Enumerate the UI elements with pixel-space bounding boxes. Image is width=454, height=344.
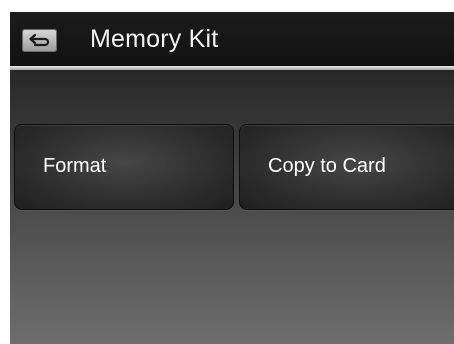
title-bar: Memory Kit	[10, 12, 454, 66]
format-button[interactable]: Format	[14, 124, 234, 210]
copy-to-card-label: Copy to Card	[268, 155, 386, 177]
page-title: Memory Kit	[90, 25, 219, 53]
copy-to-card-button[interactable]: Copy to Card	[239, 124, 454, 210]
camera-screen: Memory Kit Format Copy to Card	[10, 12, 454, 344]
format-label: Format	[43, 155, 107, 177]
header-divider	[10, 66, 454, 70]
back-button[interactable]	[22, 29, 57, 52]
back-arrow-icon	[29, 33, 50, 47]
